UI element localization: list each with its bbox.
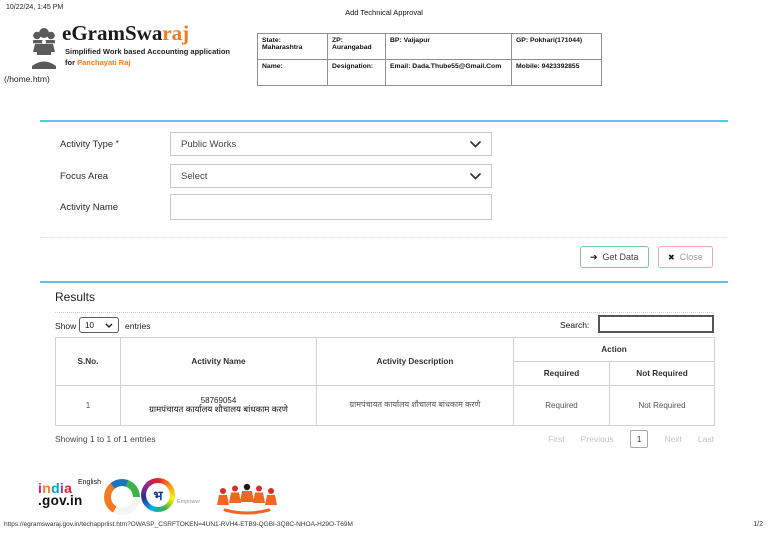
section-divider-results: [40, 281, 728, 283]
get-data-button[interactable]: ➔ Get Data: [580, 246, 649, 268]
pagination-next[interactable]: Next: [664, 434, 681, 444]
india-gov-logo[interactable]: india .gov.in: [38, 481, 83, 509]
activity-name-text: ग्रामपंचायत कार्यालय शौचालय बांधकाम करणे: [149, 404, 288, 415]
page-size-value: 10: [85, 320, 94, 330]
activity-type-value: Public Works: [181, 138, 237, 150]
bp-cell: BP: Vaijapur: [385, 33, 512, 60]
india-gov-domain: .gov.in: [38, 493, 83, 509]
focus-area-value: Select: [181, 170, 208, 182]
not-required-link[interactable]: Not Required: [608, 385, 716, 426]
pagination-previous[interactable]: Previous: [581, 434, 614, 444]
info-row-contact: Name: Designation: Email: Dada.Thube55@G…: [257, 59, 602, 86]
show-label: Show: [55, 321, 77, 331]
activity-name-input[interactable]: [170, 194, 492, 220]
page-title: Add Technical Approval: [345, 8, 423, 17]
chevron-down-icon: [105, 323, 113, 328]
results-heading: Results: [55, 290, 96, 304]
get-data-label: Get Data: [602, 252, 639, 262]
col-header-sno: S.No.: [55, 337, 121, 386]
col-header-action: Action: [512, 337, 716, 362]
col-header-not-required: Not Required: [608, 361, 716, 386]
close-button[interactable]: ✖ Close: [658, 246, 713, 268]
state-cell: State: Maharashtra: [257, 33, 328, 60]
info-row-location: State: Maharashtra ZP: Aurangabad BP: Va…: [257, 33, 602, 60]
focus-area-select[interactable]: Select: [170, 164, 492, 188]
col-header-required: Required: [513, 361, 610, 386]
entries-label: entries: [125, 321, 151, 331]
col-header-activity-name: Activity Name: [120, 337, 317, 386]
close-label: Close: [679, 252, 703, 262]
required-link[interactable]: Required: [513, 385, 610, 426]
chevron-down-icon: [470, 172, 481, 180]
mobile-cell: Mobile: 9423392855: [511, 59, 602, 86]
gp-cell: GP: Pokhari(171044): [511, 33, 602, 60]
form-separator: [40, 237, 728, 238]
email-cell: Email: Dada.Thube55@Gmail.Com: [385, 59, 512, 86]
col-header-activity-description: Activity Description: [316, 337, 514, 386]
pagination-current-page[interactable]: 1: [629, 430, 649, 448]
zp-cell: ZP: Aurangabad: [327, 33, 386, 60]
home-link[interactable]: (/home.htm): [4, 74, 50, 84]
designation-cell: Designation:: [327, 59, 386, 86]
amrit-mahotsav-logo-icon[interactable]: [104, 479, 140, 515]
results-table: S.No. Activity Name Activity Description…: [55, 337, 716, 426]
row-activity-name: 58769054 ग्रामपंचायत कार्यालय शौचालय बां…: [120, 385, 317, 426]
bhashini-logo-icon[interactable]: भ: [141, 478, 175, 512]
activity-type-label: Activity Type *: [60, 139, 119, 150]
english-language-label[interactable]: English: [78, 479, 101, 486]
pagination: First Previous 1 Next Last: [548, 430, 714, 448]
close-icon: ✖: [668, 252, 675, 262]
search-input[interactable]: [598, 315, 714, 333]
print-page-indicator: 1/2: [753, 521, 763, 528]
section-divider-top: [40, 120, 728, 122]
bhashini-empower-text: Empower: [177, 499, 201, 505]
results-separator: [55, 312, 714, 313]
pagination-first[interactable]: First: [548, 434, 565, 444]
row-activity-description: ग्रामपंचायत कार्यालय शौचालय बांधकाम करणे: [316, 385, 514, 426]
panchayat-people-logo-icon[interactable]: [215, 483, 279, 515]
name-cell: Name:: [257, 59, 328, 86]
browser-footer-url: https://egramswaraj.gov.in/techapprlist.…: [4, 521, 353, 528]
bhashini-bha-glyph: भ: [146, 483, 170, 507]
app-logo-title: eGramSwaraj: [62, 21, 190, 45]
search-label: Search:: [560, 320, 590, 330]
activity-type-select[interactable]: Public Works: [170, 132, 492, 156]
pagination-last[interactable]: Last: [698, 434, 714, 444]
focus-area-label: Focus Area: [60, 171, 109, 182]
national-emblem-icon: [32, 28, 56, 69]
table-summary: Showing 1 to 1 of 1 entries: [55, 434, 156, 444]
activity-name-label: Activity Name: [60, 202, 119, 213]
user-info-table: State: Maharashtra ZP: Aurangabad BP: Va…: [257, 33, 602, 86]
row-sno: 1: [55, 385, 121, 426]
page-size-select[interactable]: 10: [79, 317, 119, 333]
table-row: 1 58769054 ग्रामपंचायत कार्यालय शौचालय ब…: [55, 385, 716, 426]
arrow-right-icon: ➔: [590, 251, 598, 262]
app-tagline: Simplified Work based Accounting applica…: [65, 47, 231, 67]
chevron-down-icon: [470, 140, 481, 148]
